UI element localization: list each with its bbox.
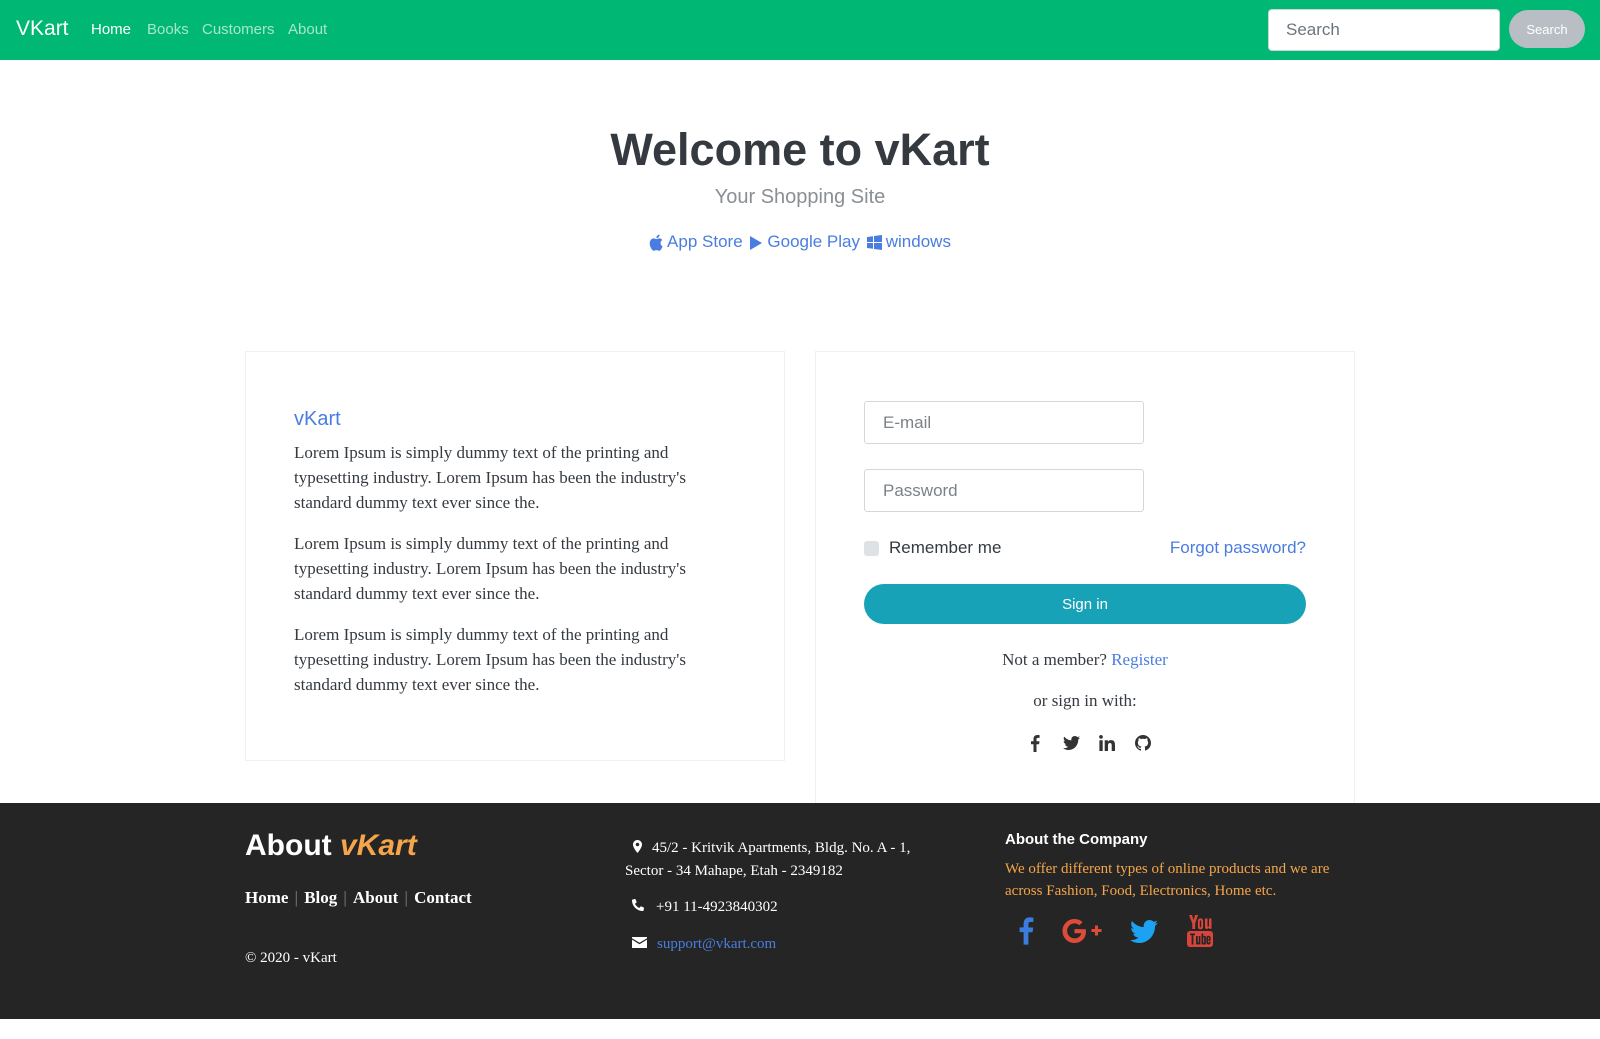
register-prompt: Not a member? Register <box>816 650 1354 670</box>
app-store-link[interactable]: App Store <box>649 232 743 252</box>
company-description: We offer different types of online produ… <box>1005 861 1330 899</box>
copyright: © 2020 - vKart <box>245 950 337 966</box>
brand-logo[interactable]: VKart <box>16 17 69 41</box>
footer-email[interactable]: support@vkart.com <box>632 936 776 953</box>
nav-home[interactable]: Home <box>91 21 131 38</box>
navbar: VKart Home Books Customers About Search <box>0 0 1600 60</box>
footer-separator: | <box>294 888 299 907</box>
footer-brand: vKart <box>339 829 417 862</box>
social-login-row <box>1026 734 1152 752</box>
remember-label: Remember me <box>889 538 1002 557</box>
linkedin-icon[interactable] <box>1098 734 1116 752</box>
github-icon[interactable] <box>1134 734 1152 752</box>
footer-phone: +91 11-4923840302 <box>632 898 778 916</box>
youtube-icon[interactable] <box>1186 915 1214 952</box>
windows-icon <box>866 232 882 252</box>
register-link[interactable]: Register <box>1111 650 1168 669</box>
facebook-icon[interactable] <box>1026 734 1044 752</box>
footer-link-contact[interactable]: Contact <box>414 888 472 908</box>
login-card: Remember me Forgot password? Sign in Not… <box>815 351 1355 805</box>
search-button[interactable]: Search <box>1509 10 1585 48</box>
map-marker-icon <box>633 838 642 860</box>
hero-title: Welcome to vKart <box>610 124 990 175</box>
remember-checkbox[interactable] <box>864 540 879 556</box>
apple-icon <box>649 232 663 252</box>
footer-link-home[interactable]: Home <box>245 888 288 908</box>
email-field[interactable] <box>864 401 1144 444</box>
footer-separator: | <box>404 888 409 907</box>
info-paragraph: Lorem Ipsum is simply dummy text of the … <box>294 534 686 603</box>
google-play-link[interactable]: Google Play <box>749 232 860 252</box>
search-input[interactable] <box>1268 9 1500 51</box>
info-paragraph: Lorem Ipsum is simply dummy text of the … <box>294 625 686 694</box>
footer: About vKart Home | Blog | About | Contac… <box>0 803 1600 1019</box>
remember-me[interactable]: Remember me <box>864 538 1001 558</box>
footer-about-title: About vKart <box>245 829 417 862</box>
windows-link[interactable]: windows <box>866 232 951 252</box>
envelope-icon <box>632 936 647 953</box>
footer-link-blog[interactable]: Blog <box>304 888 337 908</box>
play-icon <box>749 232 763 252</box>
sign-in-button[interactable]: Sign in <box>864 584 1306 624</box>
footer-social-row <box>1018 915 1214 952</box>
password-field[interactable] <box>864 469 1144 512</box>
info-paragraph: Lorem Ipsum is simply dummy text of the … <box>294 443 686 512</box>
company-title: About the Company <box>1005 831 1148 848</box>
nav-books[interactable]: Books <box>147 21 189 38</box>
footer-link-about[interactable]: About <box>353 888 398 908</box>
twitter-icon[interactable] <box>1062 734 1080 752</box>
footer-nav: Home | Blog | About | Contact <box>245 888 472 908</box>
store-links: App Store Google Play windows <box>0 232 1600 252</box>
forgot-password-link[interactable]: Forgot password? <box>1170 538 1306 558</box>
info-card-title[interactable]: vKart <box>294 408 341 431</box>
footer-address: 45/2 - Kritvik Apartments, Bldg. No. A -… <box>625 837 945 882</box>
footer-separator: | <box>343 888 347 907</box>
twitter-icon[interactable] <box>1130 919 1158 948</box>
nav-about[interactable]: About <box>288 21 327 38</box>
phone-icon <box>632 898 644 916</box>
nav-customers[interactable]: Customers <box>202 21 275 38</box>
info-card: vKart Lorem Ipsum is simply dummy text o… <box>245 351 785 761</box>
hero-subtitle: Your Shopping Site <box>714 186 886 208</box>
google-plus-icon[interactable] <box>1062 918 1102 949</box>
facebook-icon[interactable] <box>1018 917 1034 950</box>
not-member-text: Not a member? <box>1002 650 1107 669</box>
or-sign-in-text: or sign in with: <box>1033 691 1137 710</box>
